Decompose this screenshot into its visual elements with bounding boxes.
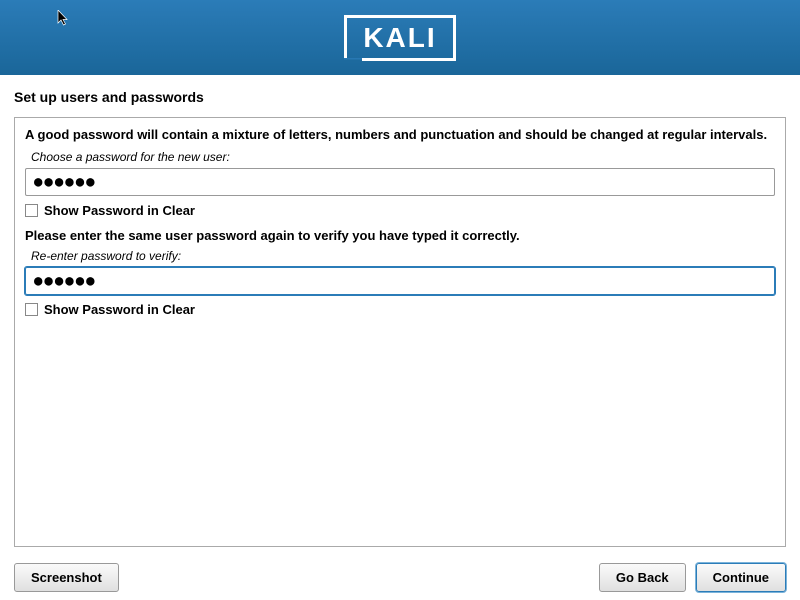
intro-text: A good password will contain a mixture o… xyxy=(25,126,775,144)
show-password2-label: Show Password in Clear xyxy=(44,302,195,317)
kali-logo: KALI xyxy=(344,15,455,61)
installer-header: KALI xyxy=(0,0,800,75)
continue-button[interactable]: Continue xyxy=(696,563,786,592)
password1-input[interactable] xyxy=(25,168,775,196)
password2-label: Re-enter password to verify: xyxy=(31,249,775,263)
content-area: Set up users and passwords A good passwo… xyxy=(0,75,800,600)
page-title: Set up users and passwords xyxy=(14,89,786,105)
logo-text: KALI xyxy=(363,22,436,53)
password1-label: Choose a password for the new user: xyxy=(31,150,775,164)
verify-instruction: Please enter the same user password agai… xyxy=(25,228,775,243)
main-panel: A good password will contain a mixture o… xyxy=(14,117,786,547)
password2-input[interactable] xyxy=(25,267,775,295)
go-back-button[interactable]: Go Back xyxy=(599,563,686,592)
show-password1-row[interactable]: Show Password in Clear xyxy=(25,203,775,218)
mouse-cursor xyxy=(57,10,71,30)
show-password1-label: Show Password in Clear xyxy=(44,203,195,218)
show-password1-checkbox[interactable] xyxy=(25,204,38,217)
show-password2-checkbox[interactable] xyxy=(25,303,38,316)
button-bar: Screenshot Go Back Continue xyxy=(14,563,786,592)
screenshot-button[interactable]: Screenshot xyxy=(14,563,119,592)
show-password2-row[interactable]: Show Password in Clear xyxy=(25,302,775,317)
nav-buttons: Go Back Continue xyxy=(599,563,786,592)
